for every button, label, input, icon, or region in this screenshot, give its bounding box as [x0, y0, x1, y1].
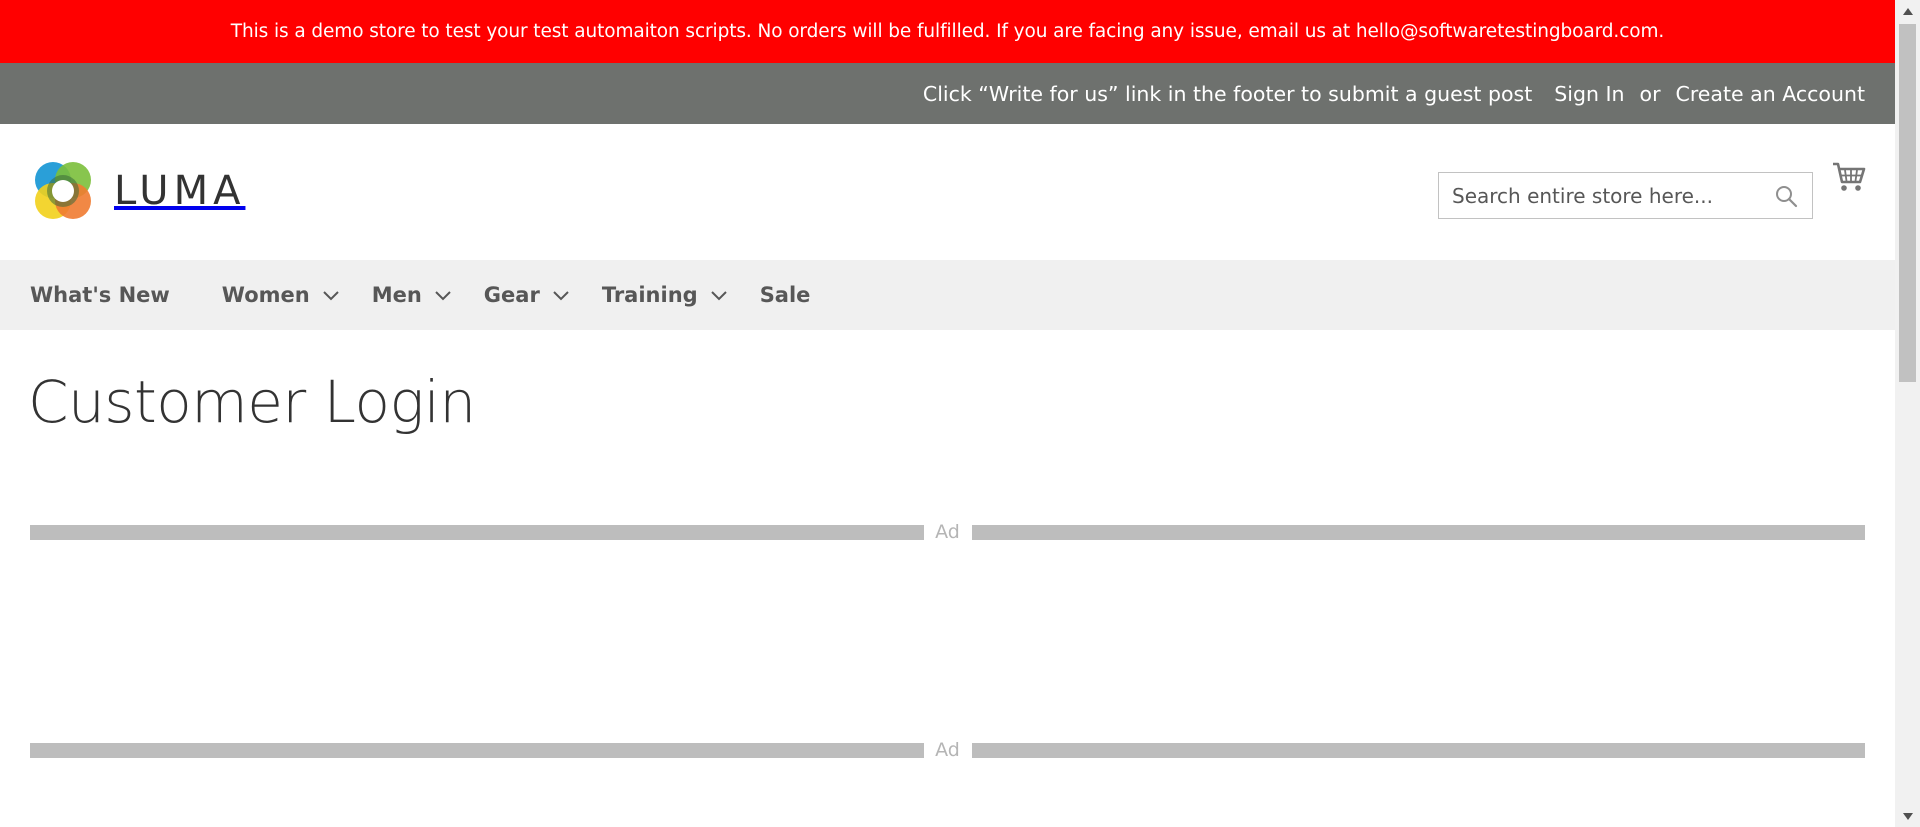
- scrollbar-thumb[interactable]: [1899, 24, 1916, 382]
- ad-divider-right: [971, 524, 1865, 540]
- page: This is a demo store to test your test a…: [0, 0, 1895, 827]
- ad-banner-top[interactable]: Ad: [30, 521, 1865, 543]
- demo-notice-text: This is a demo store to test your test a…: [230, 21, 1665, 42]
- nav-item-label: Women: [221, 283, 310, 307]
- search-icon[interactable]: [1774, 184, 1798, 208]
- main-navigation: What's New Women Men Gear Training Sale: [0, 260, 1895, 330]
- logo-text: LUMA: [114, 168, 246, 214]
- guest-post-message: Click “Write for us” link in the footer …: [922, 81, 1533, 106]
- chevron-down-icon: [322, 291, 339, 301]
- nav-item-women[interactable]: Women: [222, 283, 340, 307]
- nav-item-sale[interactable]: Sale: [760, 283, 811, 307]
- ad-label: Ad: [935, 521, 960, 543]
- header-content: LUMA: [0, 124, 1895, 260]
- nav-item-label: Training: [601, 283, 698, 307]
- ad-label: Ad: [935, 739, 960, 761]
- sign-in-link[interactable]: Sign In: [1554, 82, 1624, 106]
- luma-logo[interactable]: LUMA: [30, 158, 245, 224]
- page-title: Customer Login: [28, 368, 476, 436]
- ad-divider-left: [30, 524, 924, 540]
- chevron-down-icon: [553, 291, 569, 301]
- panel-header: Click “Write for us” link in the footer …: [0, 63, 1895, 124]
- nav-item-training[interactable]: Training: [602, 283, 728, 307]
- nav-item-label: Gear: [483, 283, 540, 307]
- cart-icon[interactable]: [1832, 160, 1866, 194]
- scroll-down-arrow-icon[interactable]: [1895, 805, 1920, 827]
- vertical-scrollbar[interactable]: [1895, 0, 1920, 827]
- demo-notice-bar: This is a demo store to test your test a…: [0, 0, 1895, 63]
- ad-divider-right: [971, 742, 1865, 758]
- nav-item-label: What's New: [30, 283, 170, 307]
- search-input[interactable]: [1452, 183, 1762, 208]
- scroll-up-arrow-icon[interactable]: [1895, 0, 1920, 22]
- nav-item-whats-new[interactable]: What's New: [30, 283, 170, 307]
- or-separator: or: [1639, 81, 1661, 106]
- chevron-down-icon: [435, 291, 451, 301]
- nav-item-gear[interactable]: Gear: [484, 283, 570, 307]
- create-account-link[interactable]: Create an Account: [1676, 82, 1865, 106]
- nav-item-label: Sale: [759, 283, 811, 307]
- chevron-down-icon: [710, 291, 727, 301]
- nav-item-men[interactable]: Men: [372, 283, 452, 307]
- nav-item-label: Men: [371, 283, 422, 307]
- search-box[interactable]: [1438, 172, 1813, 219]
- ad-banner-bottom[interactable]: Ad: [30, 739, 1865, 761]
- ad-divider-left: [30, 742, 924, 758]
- luma-logo-icon: [35, 162, 91, 219]
